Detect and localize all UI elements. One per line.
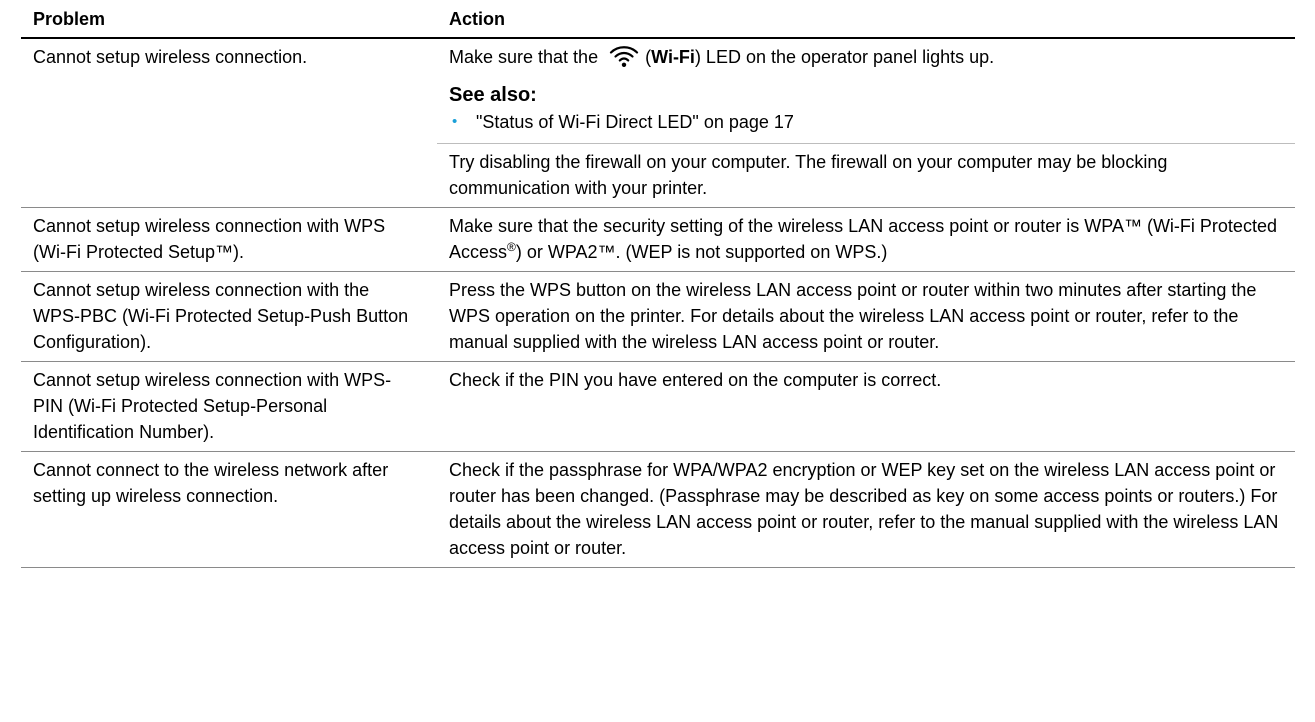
action-text-part2: ) or WPA2™. (WEP is not supported on WPS…	[515, 242, 888, 262]
troubleshooting-page: Problem Action Cannot setup wireless con…	[21, 0, 1295, 568]
table-row: Cannot setup wireless connection with WP…	[21, 207, 1295, 272]
action-text-before: Make sure that the	[449, 47, 599, 67]
action-cell: Try disabling the firewall on your compu…	[437, 143, 1295, 208]
action-text: Make sure that the (Wi-Fi) LED on the op…	[449, 44, 1285, 70]
action-cell: Check if the PIN you have entered on the…	[437, 361, 1295, 452]
troubleshooting-table: Problem Action Cannot setup wireless con…	[21, 0, 1295, 568]
table-row: Cannot connect to the wireless network a…	[21, 451, 1295, 568]
action-cell: Press the WPS button on the wireless LAN…	[437, 271, 1295, 362]
table-row: Cannot setup wireless connection with th…	[21, 271, 1295, 362]
wifi-icon	[610, 46, 639, 67]
table-header-row: Problem Action	[21, 0, 1295, 39]
see-also-link[interactable]: "Status of Wi-Fi Direct LED" on page 17	[476, 109, 794, 135]
header-problem: Problem	[21, 0, 437, 39]
action-cell: Make sure that the (Wi-Fi) LED on the op…	[437, 38, 1295, 144]
wifi-label: Wi-Fi	[651, 47, 695, 67]
see-also-heading: See also:	[449, 84, 537, 106]
table-row: Cannot setup wireless connection with WP…	[21, 361, 1295, 452]
action-text-after: ) LED on the operator panel lights up.	[694, 47, 995, 67]
see-also-item: • "Status of Wi-Fi Direct LED" on page 1…	[449, 109, 1285, 135]
action-cell: Check if the passphrase for WPA/WPA2 enc…	[437, 451, 1295, 568]
bullet-icon: •	[452, 113, 458, 130]
table-row: Cannot setup wireless connection. Make s…	[21, 38, 1295, 208]
header-action: Action	[437, 0, 1295, 39]
problem-cell: Cannot setup wireless connection.	[21, 38, 437, 208]
action-cell: Make sure that the security setting of t…	[437, 207, 1295, 272]
problem-cell: Cannot setup wireless connection with th…	[21, 271, 437, 362]
problem-cell: Cannot setup wireless connection with WP…	[21, 207, 437, 272]
registered-mark: ®	[507, 240, 516, 254]
problem-cell: Cannot setup wireless connection with WP…	[21, 361, 437, 452]
problem-cell: Cannot connect to the wireless network a…	[21, 451, 437, 568]
